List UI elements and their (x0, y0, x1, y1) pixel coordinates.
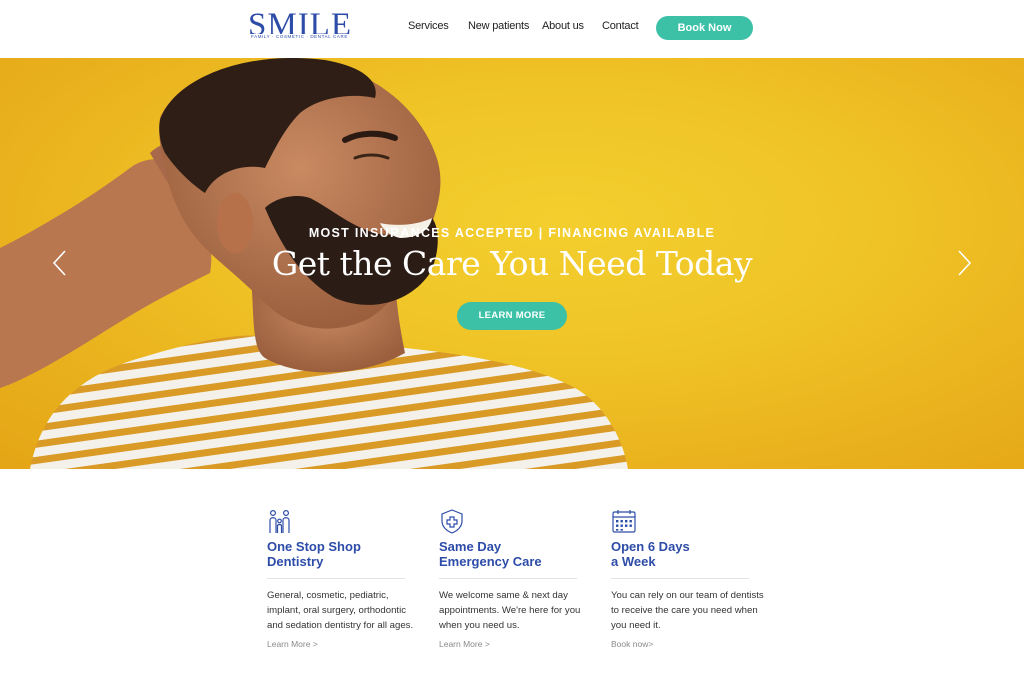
site-header: SMILE FAMILY · COSMETIC · DENTAL CARE Se… (0, 0, 1024, 58)
hero-title: Get the Care You Need Today (271, 244, 753, 283)
hero-kicker: MOST INSURANCES ACCEPTED | FINANCING AVA… (308, 226, 716, 240)
divider (267, 578, 405, 579)
feature-body: General, cosmetic, pediatric, implant, o… (267, 590, 414, 631)
nav-contact[interactable]: Contact (602, 20, 639, 32)
shield-plus-icon (441, 509, 463, 534)
feature-emergency-care: Same Day Emergency Care We welcome same … (439, 508, 599, 649)
book-now-button[interactable]: Book Now (656, 16, 753, 40)
nav-about-us[interactable]: About us (542, 20, 584, 32)
feature-body: We welcome same & next day appointments.… (439, 590, 581, 631)
divider (611, 578, 749, 579)
feature-title: Open 6 Days a Week (611, 539, 690, 569)
divider (439, 578, 577, 579)
learn-more-button[interactable]: LEARN MORE (457, 302, 567, 330)
calendar-icon (612, 510, 636, 533)
feature-body: You can rely on our team of dentists to … (611, 590, 764, 631)
nav-services[interactable]: Services (408, 20, 449, 32)
book-now-link[interactable]: Book now> (611, 639, 771, 649)
family-icon (269, 509, 290, 533)
learn-more-link[interactable]: Learn More > (439, 639, 599, 649)
chevron-right-icon[interactable] (954, 248, 974, 278)
feature-open-six-days: Open 6 Days a Week You can rely on our t… (611, 508, 771, 649)
hero-slider: MOST INSURANCES ACCEPTED | FINANCING AVA… (0, 58, 1024, 469)
feature-one-stop-shop: One Stop Shop Dentistry General, cosmeti… (267, 508, 427, 649)
feature-title: Same Day Emergency Care (439, 539, 542, 569)
feature-title: One Stop Shop Dentistry (267, 539, 361, 569)
nav-new-patients[interactable]: New patients (468, 20, 529, 32)
learn-more-link[interactable]: Learn More > (267, 639, 427, 649)
main-nav: Services New patients About us Contact (0, 20, 1024, 38)
chevron-left-icon[interactable] (50, 248, 70, 278)
